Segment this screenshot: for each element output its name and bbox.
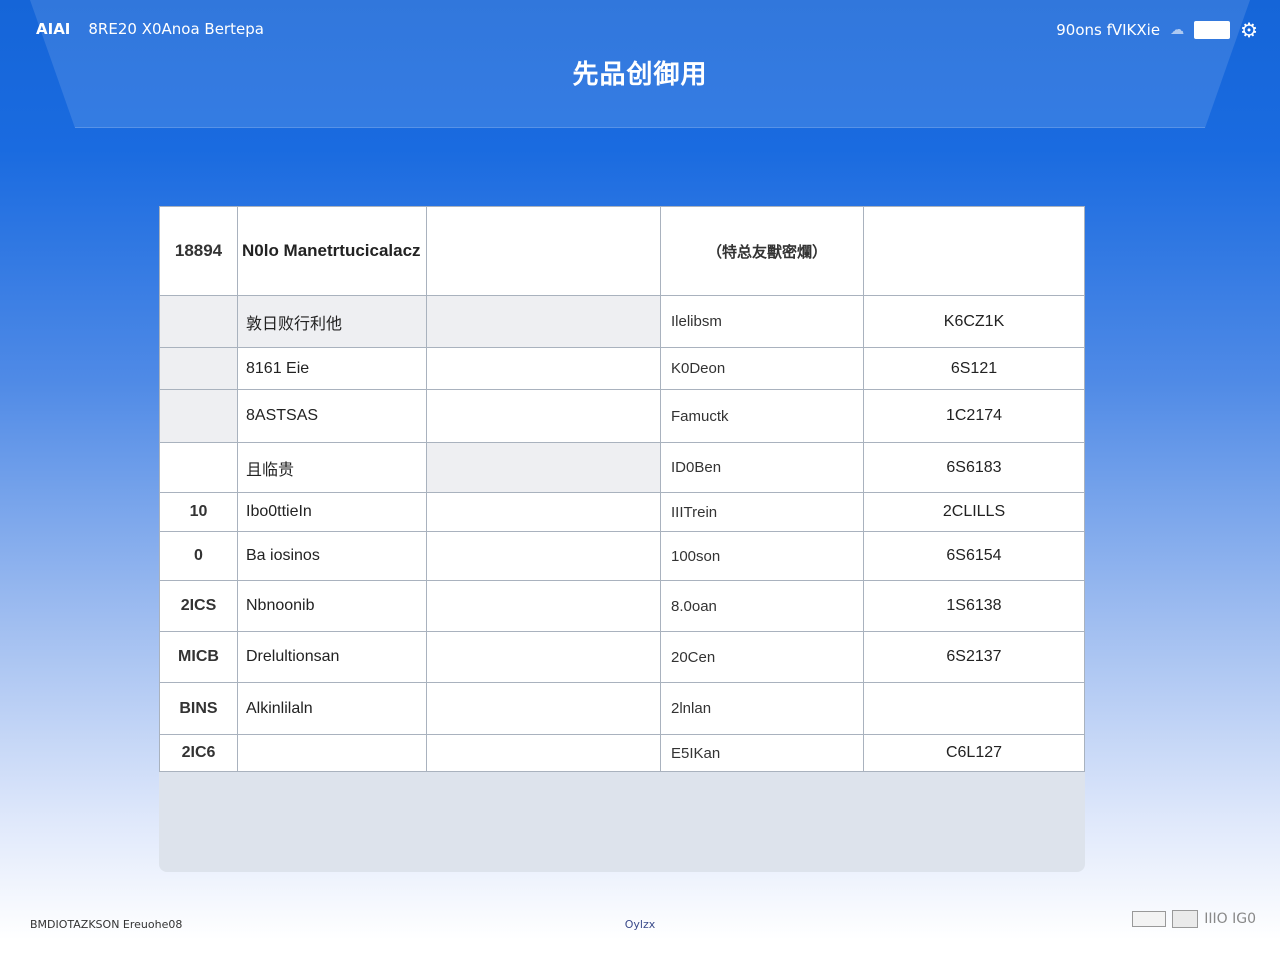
- cell-index: 10: [159, 492, 238, 532]
- table-row[interactable]: 敦日败行利他 Ilelibsm K6CZ1K: [159, 295, 1085, 348]
- window-control-button[interactable]: [1194, 21, 1231, 39]
- cell-number: 6S6154: [863, 531, 1085, 581]
- cell-name: 8ASTSAS: [237, 389, 427, 443]
- cell-name: [237, 734, 427, 772]
- table-header-row: 18894 N0lo Manetrtucicalacz （特总友獸密爛）: [159, 206, 1085, 296]
- footer-right-controls: IIIO IG0: [1132, 910, 1256, 928]
- header-col-number: [863, 206, 1085, 296]
- cell-index: 2IC6: [159, 734, 238, 772]
- app-header-left: AIAI 8RE20 X0Anoa Bertepa: [36, 20, 264, 38]
- footer-toggle-button[interactable]: [1172, 910, 1199, 928]
- footer-right-text: IIIO IG0: [1204, 911, 1256, 927]
- cell-number: 6S2137: [863, 631, 1085, 683]
- cell-number: C6L127: [863, 734, 1085, 772]
- cell-number: 6S6183: [863, 442, 1085, 493]
- header-right-text: 90ons fVIKXie: [1056, 21, 1161, 39]
- cell-mid: [426, 580, 661, 632]
- cell-mid: [426, 295, 661, 348]
- cell-value: 2lnlan: [660, 682, 864, 735]
- header-col-name: N0lo Manetrtucicalacz: [237, 206, 427, 296]
- table-row[interactable]: 0 Ba iosinos 100son 6S6154: [159, 531, 1085, 581]
- table-row[interactable]: 8ASTSAS Famuctk 1C2174: [159, 389, 1085, 443]
- cell-value: E5IKan: [660, 734, 864, 772]
- header-right-controls: 90ons fVIKXie ☁ ⚙: [1056, 18, 1258, 42]
- cell-value: ID0Ben: [660, 442, 864, 493]
- table-row[interactable]: 且临贵 ID0Ben 6S6183: [159, 442, 1085, 493]
- cell-mid: [426, 442, 661, 493]
- cell-number: 2CLILLS: [863, 492, 1085, 532]
- table-row[interactable]: MICB Drelultionsan 20Cen 6S2137: [159, 631, 1085, 683]
- table-body: 敦日败行利他 Ilelibsm K6CZ1K 8161 Eie K0Deon 6…: [159, 295, 1085, 772]
- cell-value: IIITrein: [660, 492, 864, 532]
- cell-mid: [426, 492, 661, 532]
- cell-mid: [426, 631, 661, 683]
- cell-index: 0: [159, 531, 238, 581]
- table-row[interactable]: 2ICS Nbnoonib 8.0oan 1S6138: [159, 580, 1085, 632]
- cell-index: 2ICS: [159, 580, 238, 632]
- cell-index: [159, 295, 238, 348]
- page-title: 先品创御用: [572, 60, 708, 90]
- header-col-mid: [426, 206, 661, 296]
- table-row[interactable]: 10 Ibo0ttieIn IIITrein 2CLILLS: [159, 492, 1085, 532]
- cell-index: BINS: [159, 682, 238, 735]
- cell-value: K0Deon: [660, 347, 864, 390]
- cell-index: [159, 347, 238, 390]
- cell-mid: [426, 734, 661, 772]
- gear-icon[interactable]: ⚙: [1240, 18, 1258, 42]
- table-row[interactable]: BINS Alkinlilaln 2lnlan: [159, 682, 1085, 735]
- cell-name: 8161 Eie: [237, 347, 427, 390]
- header-col-value: （特总友獸密爛）: [660, 206, 864, 296]
- cell-number: K6CZ1K: [863, 295, 1085, 348]
- cell-name: Ibo0ttieIn: [237, 492, 427, 532]
- cell-number: 1S6138: [863, 580, 1085, 632]
- cell-value: 8.0oan: [660, 580, 864, 632]
- data-table: 18894 N0lo Manetrtucicalacz （特总友獸密爛） 敦日败…: [159, 206, 1085, 772]
- cell-name: 且临贵: [237, 442, 427, 493]
- footer-center-link[interactable]: Oylzx: [0, 918, 1280, 931]
- cell-mid: [426, 531, 661, 581]
- cell-mid: [426, 389, 661, 443]
- cell-index: MICB: [159, 631, 238, 683]
- cell-number: 6S121: [863, 347, 1085, 390]
- cell-name: Ba iosinos: [237, 531, 427, 581]
- header-col-index: 18894: [159, 206, 238, 296]
- cell-value: 20Cen: [660, 631, 864, 683]
- cell-name: Nbnoonib: [237, 580, 427, 632]
- cell-name: 敦日败行利他: [237, 295, 427, 348]
- footer-chip-button[interactable]: [1132, 911, 1167, 927]
- cloud-icon: ☁: [1170, 22, 1185, 38]
- table-row[interactable]: 2IC6 E5IKan C6L127: [159, 734, 1085, 772]
- cell-number: [863, 682, 1085, 735]
- cell-name: Drelultionsan: [237, 631, 427, 683]
- app-short-name: AIAI: [36, 20, 71, 38]
- cell-value: Famuctk: [660, 389, 864, 443]
- cell-index: [159, 442, 238, 493]
- cell-value: 100son: [660, 531, 864, 581]
- app-subtitle: 8RE20 X0Anoa Bertepa: [88, 20, 264, 38]
- cell-mid: [426, 347, 661, 390]
- cell-mid: [426, 682, 661, 735]
- table-row[interactable]: 8161 Eie K0Deon 6S121: [159, 347, 1085, 390]
- cell-number: 1C2174: [863, 389, 1085, 443]
- cell-index: [159, 389, 238, 443]
- cell-name: Alkinlilaln: [237, 682, 427, 735]
- cell-value: Ilelibsm: [660, 295, 864, 348]
